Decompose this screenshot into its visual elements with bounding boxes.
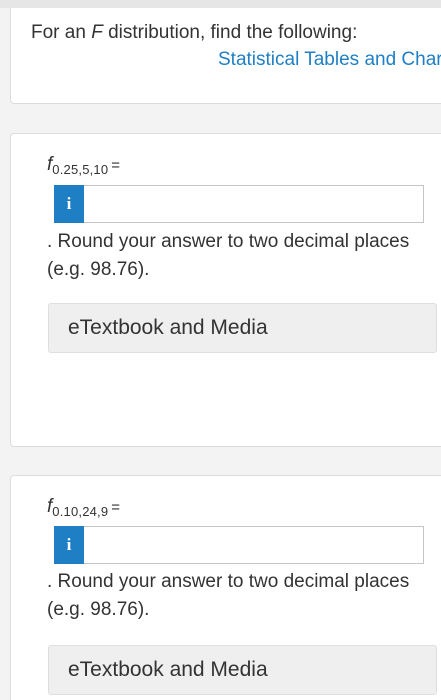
answer-row: i — [54, 526, 424, 564]
subscript: 0.25,5,10 — [52, 162, 109, 177]
info-icon[interactable]: i — [54, 526, 84, 564]
rounding-hint: . Round your answer to two decimal place… — [47, 231, 410, 280]
answer-row: i — [54, 185, 424, 223]
answer-input[interactable] — [84, 526, 424, 564]
rounding-hint: . Round your answer to two decimal place… — [47, 571, 410, 620]
info-icon[interactable]: i — [54, 185, 84, 223]
intro-card: For an F distribution, find the followin… — [10, 8, 441, 104]
question-label: f0.25,5,10 = — [47, 154, 121, 177]
subscript: 0.10,24,9 — [52, 504, 109, 519]
statistical-tables-link[interactable]: Statistical Tables and Charts — [218, 49, 441, 71]
answer-input[interactable] — [84, 185, 424, 223]
top-bar — [0, 0, 441, 8]
equals-sign: = — [111, 499, 121, 516]
question-card-2: f0.10,24,9 = i . Round your answer to two… — [10, 475, 441, 700]
equals-sign: = — [111, 157, 121, 174]
question-card-1: f0.25,5,10 = i . Round your answer to two… — [10, 133, 441, 447]
f-variable: F — [91, 22, 103, 43]
question-label: f0.10,24,9 = — [47, 496, 121, 519]
intro-text: For an F distribution, find the followin… — [31, 22, 358, 43]
etextbook-media-button[interactable]: eTextbook and Media — [48, 645, 437, 695]
etextbook-media-button[interactable]: eTextbook and Media — [48, 303, 437, 353]
